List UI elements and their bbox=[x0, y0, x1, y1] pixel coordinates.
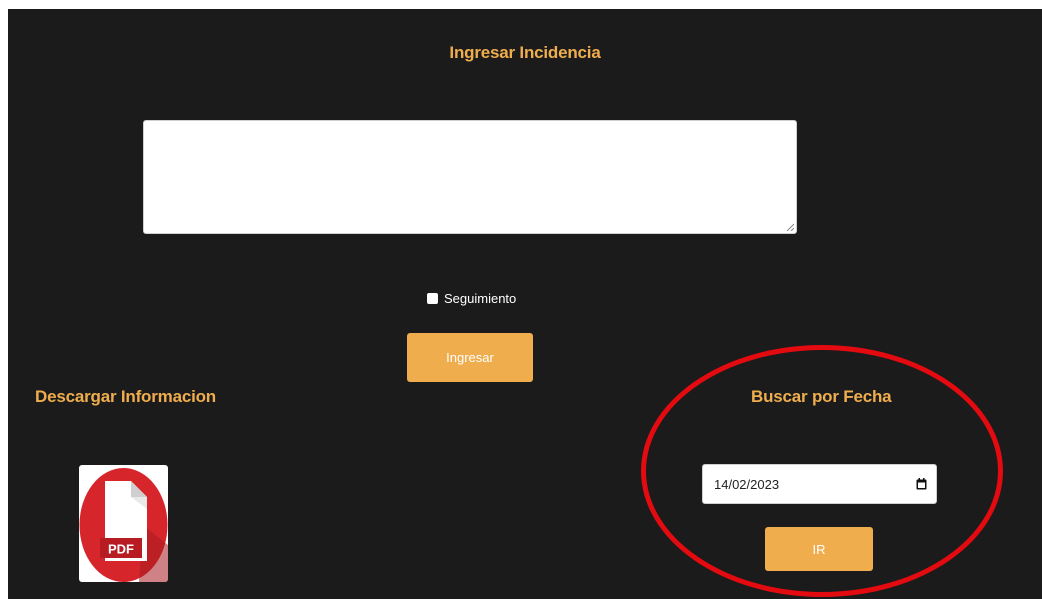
incident-form-title: Ingresar Incidencia bbox=[449, 43, 601, 62]
search-date-button[interactable]: IR bbox=[765, 527, 873, 571]
follow-up-checkbox[interactable] bbox=[427, 292, 438, 304]
pdf-download-link[interactable]: PDF bbox=[79, 465, 168, 582]
download-section-title: Descargar Informacion bbox=[35, 387, 216, 406]
calendar-icon[interactable] bbox=[916, 478, 927, 490]
pdf-icon-label: PDF bbox=[108, 542, 134, 557]
date-value[interactable]: 14/02/2023 bbox=[714, 477, 779, 492]
incident-textarea[interactable] bbox=[143, 120, 797, 234]
submit-incident-button[interactable]: Ingresar bbox=[407, 333, 533, 382]
date-field[interactable]: 14/02/2023 bbox=[702, 464, 937, 504]
main-panel: Ingresar Incidencia Seguimiento Ingresar… bbox=[8, 9, 1042, 599]
follow-up-option[interactable]: Seguimiento bbox=[427, 290, 516, 306]
search-section-title: Buscar por Fecha bbox=[751, 387, 892, 406]
follow-up-label[interactable]: Seguimiento bbox=[444, 291, 516, 306]
resize-grip-icon[interactable] bbox=[786, 223, 794, 231]
pdf-file-icon[interactable]: PDF bbox=[79, 465, 168, 582]
